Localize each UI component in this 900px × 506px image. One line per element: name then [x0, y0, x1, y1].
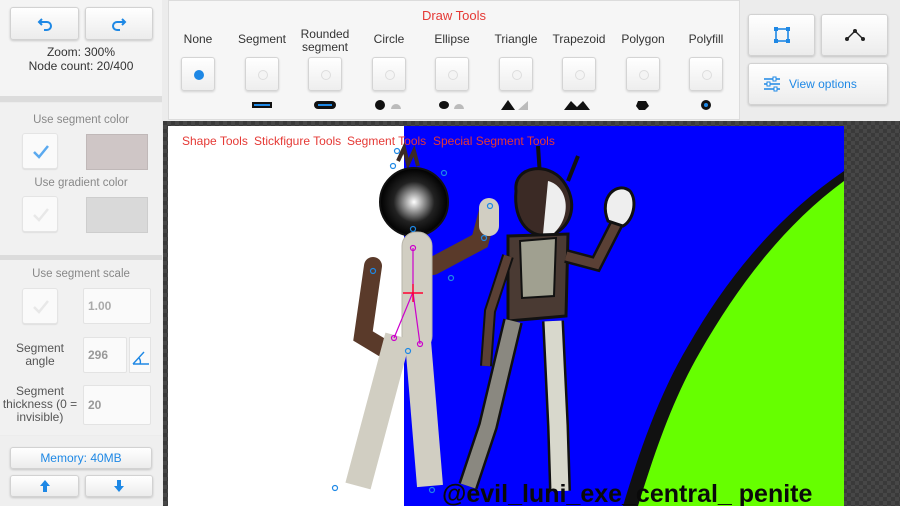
sidebar-bottom: Memory: 40MB — [0, 436, 162, 506]
sliders-icon — [764, 76, 780, 92]
ellipse-shape-icon — [439, 101, 464, 109]
tool-label-ellipse: Ellipse — [434, 32, 470, 46]
segment-shape-icon — [252, 102, 272, 108]
sidebar-top: Zoom: 300% Node count: 20/400 — [0, 0, 162, 96]
segment-scale-field[interactable]: 1.00 — [83, 288, 151, 324]
polygon-shape-icon — [636, 101, 649, 110]
tab-segment-tools[interactable]: Segment Tools — [347, 134, 426, 148]
radio — [639, 70, 649, 80]
tool-label-none: None — [183, 32, 213, 46]
angle-icon — [132, 351, 149, 365]
radio — [512, 70, 522, 80]
radio — [385, 70, 395, 80]
move-down-button[interactable] — [85, 475, 153, 497]
segment-color-swatch[interactable] — [86, 134, 148, 170]
arrow-up-icon — [39, 480, 50, 492]
tool-label-segment: Segment — [237, 32, 287, 46]
angle-picker-button[interactable] — [129, 337, 151, 373]
tool-label-circle: Circle — [373, 32, 405, 46]
redo-button[interactable] — [85, 7, 153, 40]
tool-polyfill-button[interactable] — [689, 57, 723, 91]
tool-label-rounded-segment: Rounded segment — [300, 27, 350, 54]
circle-shape-icon — [375, 100, 401, 110]
tool-polygon-button[interactable] — [626, 57, 660, 91]
color-section: Use segment color Use gradient color — [0, 103, 162, 255]
arrow-down-icon — [114, 480, 124, 492]
segment-section: Use segment scale 1.00 Segment angle 296… — [0, 260, 162, 435]
divider — [0, 96, 162, 102]
tab-special-segment-tools[interactable]: Special Segment Tools — [433, 134, 555, 148]
tab-stickfigure-tools[interactable]: Stickfigure Tools — [254, 134, 341, 148]
undo-button[interactable] — [10, 7, 79, 40]
tool-trapezoid-button[interactable] — [562, 57, 596, 91]
radio — [575, 70, 585, 80]
radio — [321, 70, 331, 80]
gradient-color-swatch[interactable] — [86, 197, 148, 233]
tool-circle-button[interactable] — [372, 57, 406, 91]
trapezoid-shape-icon — [564, 101, 590, 110]
use-gradient-color-checkbox[interactable] — [22, 196, 58, 232]
segment-angle-field[interactable]: 296 — [83, 337, 127, 373]
radio-selected — [194, 70, 204, 80]
view-options-label: View options — [789, 77, 857, 91]
triangle-shape-icon — [501, 100, 528, 110]
drawing-canvas[interactable]: @evil_luni_exe_central_ penite — [168, 126, 844, 506]
tool-none-button[interactable] — [181, 57, 215, 91]
tool-rounded-segment-button[interactable] — [308, 57, 342, 91]
checkmark-icon — [33, 300, 49, 314]
square-select-icon — [773, 27, 790, 43]
node-count: Node count: 20/400 — [28, 59, 134, 73]
memory-button[interactable]: Memory: 40MB — [10, 447, 152, 469]
use-gradient-color-label: Use gradient color — [34, 177, 128, 189]
radio — [702, 70, 712, 80]
tab-shape-tools[interactable]: Shape Tools — [182, 134, 248, 148]
watermark-text: @evil_luni_exe_central_ penite — [442, 480, 812, 506]
segment-thickness-field[interactable]: 20 — [83, 385, 151, 425]
segment-thickness-label: Segment thickness (0 = invisible) — [2, 384, 78, 424]
tool-triangle-button[interactable] — [499, 57, 533, 91]
tool-segment-button[interactable] — [245, 57, 279, 91]
undo-icon — [37, 17, 52, 31]
node-path-button[interactable] — [821, 14, 888, 56]
tool-label-trapezoid: Trapezoid — [552, 32, 606, 46]
rounded-segment-shape-icon — [314, 101, 336, 109]
radio — [448, 70, 458, 80]
use-segment-color-label: Use segment color — [33, 114, 129, 126]
view-options-button[interactable]: View options — [748, 63, 888, 105]
redo-icon — [112, 17, 127, 31]
square-select-button[interactable] — [748, 14, 815, 56]
tool-label-polygon: Polygon — [621, 32, 665, 46]
checkmark-icon — [33, 145, 49, 159]
use-segment-scale-checkbox[interactable] — [22, 288, 58, 324]
polyfill-shape-icon — [701, 100, 711, 110]
tool-label-polyfill: Polyfill — [688, 32, 724, 46]
node-path-icon — [844, 29, 865, 41]
move-up-button[interactable] — [10, 475, 79, 497]
tool-ellipse-button[interactable] — [435, 57, 469, 91]
checkmark-icon — [33, 208, 49, 222]
tool-label-triangle: Triangle — [494, 32, 538, 46]
use-segment-color-checkbox[interactable] — [22, 133, 58, 169]
use-segment-scale-label: Use segment scale — [32, 268, 130, 280]
segment-angle-label: Segment angle — [15, 341, 65, 368]
radio — [258, 70, 268, 80]
draw-tools-title: Draw Tools — [421, 8, 487, 23]
zoom-level: Zoom: 300% — [46, 45, 116, 59]
